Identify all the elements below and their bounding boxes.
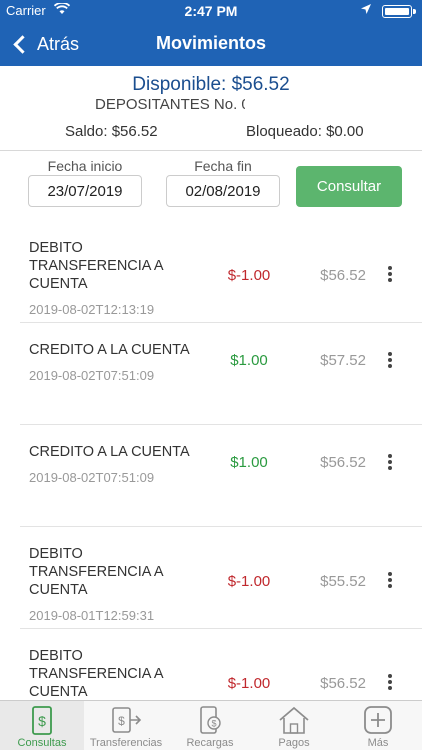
- movement-amount: $1.00: [230, 454, 268, 471]
- movement-description: CREDITO A LA CUENTA: [29, 342, 190, 358]
- more-options-icon[interactable]: [385, 673, 395, 693]
- end-date-input[interactable]: [166, 175, 280, 207]
- start-date-input[interactable]: [28, 175, 142, 207]
- movement-date: 2019-08-02T07:51:09: [29, 368, 155, 383]
- tab-label: Transferencias: [89, 737, 163, 749]
- account-summary: Disponible: $56.52 DEPOSITANTES No. 0 Sa…: [0, 66, 422, 150]
- svg-text:$: $: [211, 719, 216, 729]
- top-bar: Carrier 2:47 PM Atrás Movimientos: [0, 0, 422, 66]
- balance-label: Saldo: $56.52: [65, 123, 158, 140]
- movement-balance: $56.52: [320, 675, 366, 692]
- movement-balance: $57.52: [320, 352, 366, 369]
- available-balance: Disponible: $56.52: [132, 74, 290, 95]
- date-filter: Fecha inicio Fecha fin Consultar: [0, 151, 422, 221]
- tab-mas[interactable]: Más: [336, 701, 420, 750]
- movement-balance: $56.52: [320, 267, 366, 284]
- tab-label: Recargas: [186, 737, 234, 749]
- more-options-icon[interactable]: [385, 571, 395, 591]
- movements-list[interactable]: DEBITO TRANSFERENCIA A CUENTA 2019-08-02…: [0, 221, 422, 700]
- movement-date: 2019-08-02T07:51:09: [29, 470, 155, 485]
- movement-amount: $-1.00: [227, 675, 271, 692]
- svg-text:$: $: [38, 713, 46, 729]
- movement-amount: $1.00: [230, 352, 268, 369]
- tab-consultas[interactable]: $ Consultas: [0, 701, 84, 750]
- status-time: 2:47 PM: [184, 3, 238, 19]
- movement-description: DEBITO TRANSFERENCIA A CUENTA: [29, 240, 163, 292]
- movement-row[interactable]: CREDITO A LA CUENTA 2019-08-02T07:51:09 …: [20, 323, 422, 425]
- movement-description: DEBITO TRANSFERENCIA A CUENTA: [29, 546, 163, 598]
- movement-date: 2019-08-02T12:13:19: [29, 302, 155, 317]
- status-bar: Carrier 2:47 PM: [0, 0, 422, 22]
- location-icon: [360, 3, 372, 18]
- navigation-bar: Atrás Movimientos: [0, 22, 422, 66]
- tab-label: Consultas: [17, 737, 67, 749]
- movement-description: CREDITO A LA CUENTA: [29, 444, 190, 460]
- movement-date: 2019-08-01T12:59:31: [29, 608, 155, 623]
- movement-row[interactable]: DEBITO TRANSFERENCIA A CUENTA 2019-08-02…: [20, 221, 422, 323]
- consultar-button[interactable]: Consultar: [296, 166, 402, 207]
- tab-pagos[interactable]: Pagos: [252, 701, 336, 750]
- movement-row[interactable]: CREDITO A LA CUENTA 2019-08-02T07:51:09 …: [20, 425, 422, 527]
- blocked-label: Bloqueado: $0.00: [246, 123, 364, 140]
- movement-balance: $55.52: [320, 573, 366, 590]
- more-options-icon[interactable]: [385, 453, 395, 473]
- pagos-icon: [252, 705, 336, 735]
- movement-row[interactable]: DEBITO TRANSFERENCIA A CUENTA 2019-08-01…: [20, 527, 422, 629]
- svg-text:$: $: [118, 714, 125, 728]
- transferencias-icon: $: [84, 705, 168, 735]
- end-date-label: Fecha fin: [194, 158, 252, 174]
- mas-icon: [336, 705, 420, 735]
- tab-label: Pagos: [278, 737, 310, 749]
- more-options-icon[interactable]: [385, 351, 395, 371]
- tab-bar: $ Consultas $ Transferencias $ Recargas …: [0, 700, 422, 750]
- start-date-label: Fecha inicio: [47, 158, 123, 174]
- more-options-icon[interactable]: [385, 265, 395, 285]
- consultas-icon: $: [0, 705, 84, 735]
- page-title: Movimientos: [155, 33, 266, 53]
- account-name: DEPOSITANTES No. 0: [95, 96, 245, 113]
- movement-description: DEBITO TRANSFERENCIA A CUENTA: [29, 648, 163, 700]
- movement-row[interactable]: DEBITO TRANSFERENCIA A CUENTA $-1.00 $56…: [20, 629, 422, 700]
- battery-icon: [382, 5, 416, 18]
- movement-amount: $-1.00: [227, 573, 271, 590]
- movement-amount: $-1.00: [227, 267, 271, 284]
- tab-label: Más: [367, 737, 389, 749]
- tab-recargas[interactable]: $ Recargas: [168, 701, 252, 750]
- tab-transferencias[interactable]: $ Transferencias: [84, 701, 168, 750]
- movement-balance: $56.52: [320, 454, 366, 471]
- recargas-icon: $: [168, 705, 252, 735]
